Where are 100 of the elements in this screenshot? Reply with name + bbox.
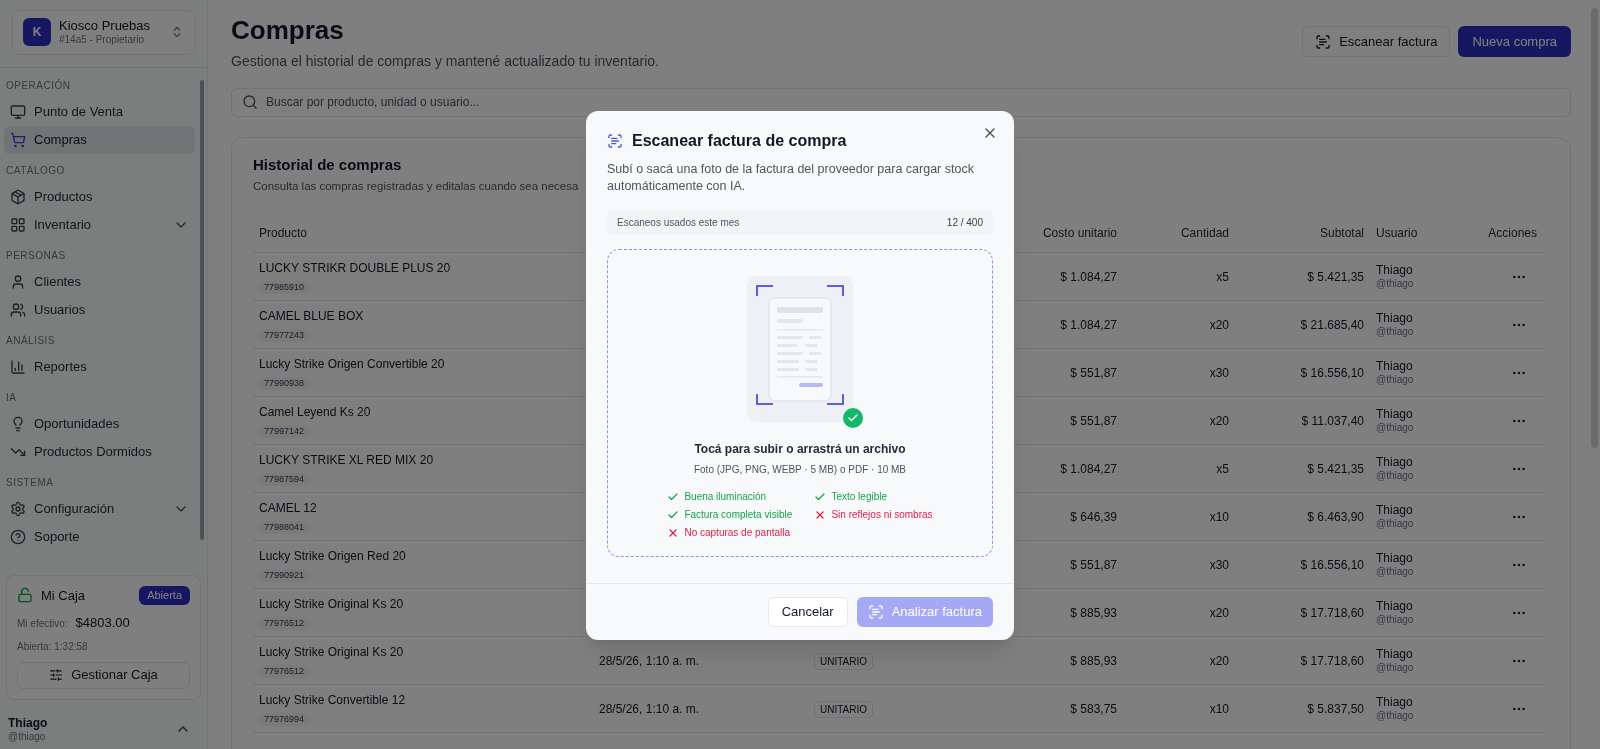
product-name: Camel Leyend Ks 20: [259, 403, 372, 421]
product-code: 77976512: [259, 616, 310, 631]
date-cell: 28/5/26, 1:10 a. m.: [599, 653, 700, 668]
user-handle: @thiago: [1376, 710, 1415, 723]
workspace-role: #14a5 - Propietario: [59, 34, 146, 47]
cash-label: Mi efectivo:: [17, 617, 68, 631]
manage-cash-button[interactable]: Gestionar Caja: [17, 661, 190, 689]
user-name: Thiago: [1376, 263, 1414, 278]
sidebar-item[interactable]: Productos: [4, 182, 195, 211]
user-icon: [10, 273, 26, 290]
column-header: Usuario: [1375, 224, 1419, 242]
column-header: Costo unitario: [1041, 224, 1118, 242]
workspace-switcher[interactable]: K Kiosco Pruebas #14a5 - Propietario: [12, 10, 195, 55]
sidebar-item[interactable]: Inventario: [4, 210, 195, 239]
product-name: Lucky Strike Original Ks 20: [259, 595, 405, 613]
help-icon: [10, 528, 26, 545]
user-handle: @thiago: [1376, 422, 1415, 435]
users-icon: [10, 301, 26, 318]
box-icon: [10, 188, 26, 205]
usage-value: 12 / 400: [946, 215, 983, 230]
drop-hint: Foto (JPG, PNG, WEBP · 5 MB) o PDF · 10 MB: [693, 463, 907, 477]
sidebar-item[interactable]: Productos Dormidos: [4, 437, 195, 466]
monitor-icon: [10, 103, 26, 120]
product-name: LUCKY STRIKE XL RED MIX 20: [259, 451, 435, 469]
quantity: x30: [1209, 557, 1229, 572]
unit-cost: $ 583,75: [1070, 701, 1117, 716]
product-code: 77997142: [259, 424, 310, 439]
user-handle: @thiago: [1376, 614, 1415, 627]
product-code: 77976994: [259, 712, 310, 727]
subtotal: $ 16.556,10: [1300, 365, 1364, 380]
drop-zone[interactable]: Tocá para subir o arrastrá un archivo Foto (JPG, PNG, WEBP · 5 MB) o PDF · 10 MB Buena iluminación Texto legible Factura completa visible Sin reflejos ni sombras No capturas de pantalla: [607, 249, 993, 557]
user-handle: @thiago: [1376, 470, 1415, 483]
page-subtitle: Gestiona el historial de compras y mantené actualizado tu inventario.: [231, 51, 659, 71]
section-heading: PERSONAS: [5, 248, 67, 263]
product-code: 77990938: [259, 376, 310, 391]
quantity: x10: [1209, 509, 1229, 524]
user-name: Thiago: [1376, 359, 1414, 374]
user-handle: @thiago: [1376, 518, 1415, 531]
sidebar-item[interactable]: Compras: [4, 125, 195, 154]
new-purchase-button[interactable]: Nueva compra: [1458, 26, 1571, 57]
column-header: Acciones: [1487, 224, 1538, 242]
user-handle: @thiago: [1376, 566, 1415, 579]
sidebar-item[interactable]: Punto de Venta: [4, 97, 195, 126]
sidebar-item[interactable]: Reportes: [4, 352, 195, 381]
subtotal: $ 17.718,60: [1300, 605, 1364, 620]
open-time: Abierta: 1:32:58: [17, 639, 89, 654]
scrollbar-thumb[interactable]: [200, 79, 204, 540]
card-title: Historial de compras: [253, 154, 402, 175]
product-code: 77990921: [259, 568, 310, 583]
unit-tag: UNITARIO: [814, 700, 874, 718]
sliders-icon: [49, 668, 64, 682]
column-header: Cantidad: [1179, 224, 1230, 242]
settings-icon: [10, 500, 26, 517]
quantity: x20: [1209, 653, 1229, 668]
quantity: x20: [1209, 605, 1229, 620]
search-icon: [242, 94, 258, 110]
subtotal: $ 11.037,40: [1301, 413, 1364, 428]
product-code: 77985910: [259, 280, 310, 295]
sidebar-item[interactable]: Clientes: [4, 267, 195, 296]
unit-cost: $ 1.084,27: [1060, 461, 1117, 476]
drop-title: Tocá para subir o arrastrá un archivo: [694, 441, 906, 458]
scan-invoice-button[interactable]: Escanear factura: [1302, 26, 1451, 57]
user-name: Thiago: [1376, 503, 1414, 518]
user-name: Thiago: [1376, 551, 1414, 566]
unit-cost: $ 551,87: [1070, 557, 1117, 572]
product-name: Lucky Strike Origen Convertible 20: [259, 355, 446, 373]
usage-label: Escaneos usados este mes: [617, 215, 740, 230]
column-header: Producto: [258, 224, 309, 242]
dialog-title: Escanear factura de compra: [632, 131, 847, 151]
subtotal: $ 17.718,60: [1300, 653, 1364, 668]
scan-icon: [1315, 33, 1332, 50]
sidebar-item[interactable]: Oportunidades: [4, 409, 195, 438]
search-field[interactable]: Buscar por producto, unidad o usuario...: [231, 87, 1571, 117]
search-input[interactable]: Buscar por producto, unidad o usuario...: [266, 93, 1560, 111]
unit-cost: $ 1.084,27: [1060, 269, 1117, 284]
tip-text: Sin reflejos ni sombras: [831, 508, 933, 522]
section-heading: OPERACIÓN: [5, 78, 72, 93]
tip-text: Buena iluminación: [684, 490, 767, 504]
unit-cost: $ 551,87: [1070, 413, 1117, 428]
cart-icon: [10, 131, 26, 148]
status-badge: Abierta: [139, 586, 190, 605]
section-heading: CATÁLOGO: [5, 163, 66, 178]
sidebar-item[interactable]: Configuración: [4, 494, 195, 523]
product-name: LUCKY STRIKR DOUBLE PLUS 20: [259, 259, 452, 277]
user-menu[interactable]: Thiago @thiago: [0, 715, 207, 749]
cancel-button[interactable]: Cancelar: [767, 597, 848, 627]
subtotal: $ 16.556,10: [1300, 557, 1364, 572]
workspace-avatar: K: [23, 18, 51, 47]
quantity: x5: [1216, 269, 1229, 284]
unit-cost: $ 1.084,27: [1060, 317, 1117, 332]
subtotal: $ 5.421,35: [1307, 269, 1364, 284]
subtotal: $ 5.421,35: [1307, 461, 1364, 476]
sidebar-item[interactable]: Usuarios: [4, 295, 195, 324]
subtotal: $ 5.837,50: [1307, 701, 1364, 716]
sidebar-item[interactable]: Soporte: [4, 522, 195, 551]
page-title: Compras: [231, 14, 345, 47]
unit-tag: UNITARIO: [814, 652, 874, 670]
bar-chart-icon: [10, 358, 26, 375]
workspace-name: Kiosco Pruebas: [59, 18, 152, 35]
tip-text: No capturas de pantalla: [684, 526, 791, 540]
